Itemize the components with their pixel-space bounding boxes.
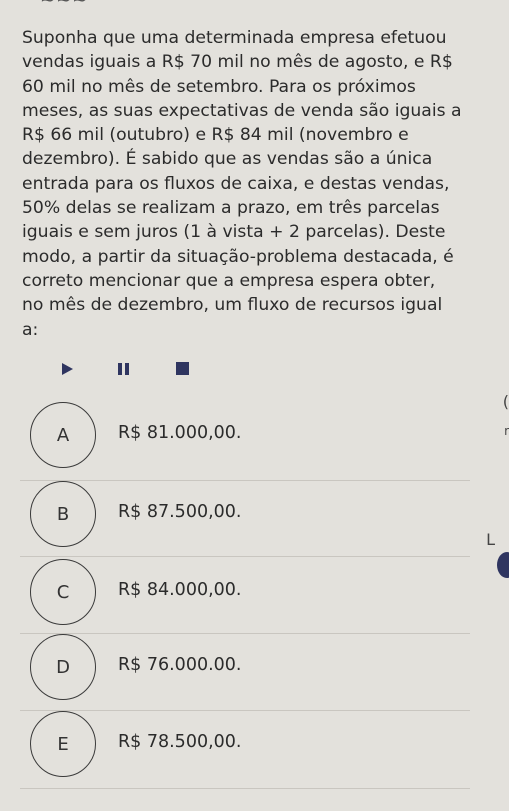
question-line: dezembro). É sabido que as vendas são a … bbox=[22, 149, 433, 170]
question-line: R$ 66 mil (outubro) e R$ 84 mil (novembr… bbox=[22, 125, 409, 146]
option-letter-circle[interactable]: B bbox=[30, 481, 96, 547]
divider bbox=[20, 788, 470, 789]
option-letter-circle[interactable]: A bbox=[30, 402, 96, 468]
stop-icon[interactable] bbox=[176, 362, 189, 375]
question-line: correto mencionar que a empresa espera o… bbox=[22, 270, 436, 291]
question-line: iguais e sem juros (1 à vista + 2 parcel… bbox=[22, 222, 446, 243]
question-line: vendas iguais a R$ 70 mil no mês de agos… bbox=[22, 52, 453, 73]
pause-icon[interactable] bbox=[118, 363, 130, 375]
option-text[interactable]: R$ 81.000,00. bbox=[118, 423, 241, 443]
audio-controls bbox=[0, 360, 509, 384]
option-text[interactable]: R$ 78.500,00. bbox=[118, 732, 241, 752]
option-letter-circle[interactable]: E bbox=[30, 711, 96, 777]
question-text: Suponha que uma determinada empresa efet… bbox=[22, 26, 492, 342]
option-d[interactable]: D R$ 76.000.00. bbox=[0, 634, 509, 710]
option-text[interactable]: R$ 76.000.00. bbox=[118, 655, 241, 675]
question-line: 50% delas se realizam a prazo, em três p… bbox=[22, 198, 440, 219]
option-text[interactable]: R$ 87.500,00. bbox=[118, 502, 241, 522]
option-letter-circle[interactable]: C bbox=[30, 559, 96, 625]
option-text[interactable]: R$ 84.000,00. bbox=[118, 580, 241, 600]
option-letter-circle[interactable]: D bbox=[30, 634, 96, 700]
option-b[interactable]: B R$ 87.500,00. bbox=[0, 481, 509, 557]
question-line: no mês de dezembro, um fluxo de recursos… bbox=[22, 295, 443, 316]
question-line: modo, a partir da situação-problema dest… bbox=[22, 246, 454, 267]
divider bbox=[20, 556, 470, 557]
option-e[interactable]: E R$ 78.500,00. bbox=[0, 711, 509, 787]
option-a[interactable]: A R$ 81.000,00. bbox=[0, 402, 509, 478]
option-c[interactable]: C R$ 84.000,00. bbox=[0, 559, 509, 635]
play-icon[interactable] bbox=[62, 363, 73, 375]
question-line: meses, as suas expectativas de venda são… bbox=[22, 100, 462, 121]
question-line: Suponha que uma determinada empresa efet… bbox=[22, 28, 447, 48]
question-line: 60 mil no mês de setembro. Para os próxi… bbox=[22, 76, 416, 97]
question-line: entrada para os fluxos de caixa, e desta… bbox=[22, 173, 450, 194]
question-line: a: bbox=[22, 319, 39, 340]
cropped-header-fragment: ~~~ bbox=[40, 0, 89, 11]
